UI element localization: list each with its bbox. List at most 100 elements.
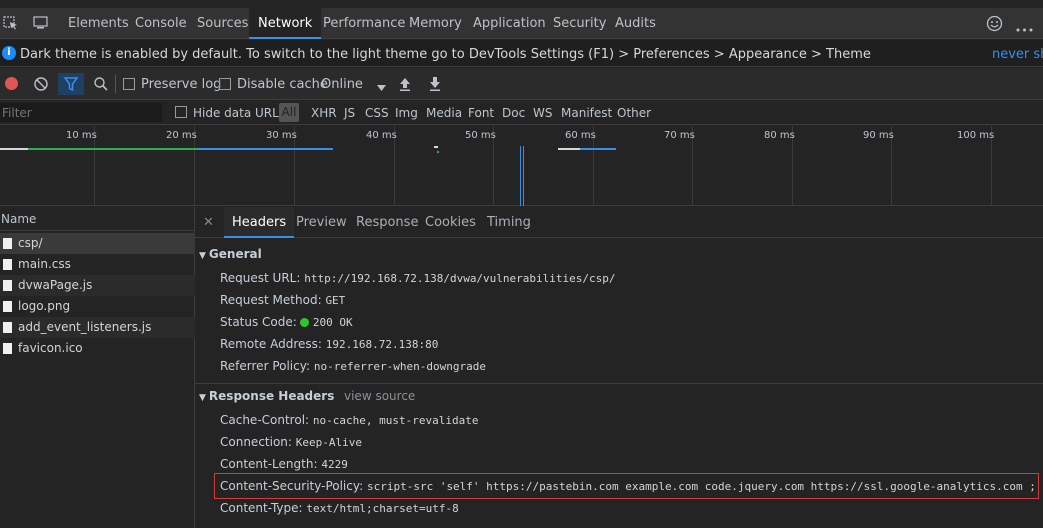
record-button[interactable] [5,77,18,90]
name-column-header[interactable]: Name [0,207,195,231]
tab-network[interactable]: Network [249,8,322,39]
document-icon [3,280,12,291]
tab-sources[interactable]: Sources [188,8,257,39]
tab-headers[interactable]: Headers [224,207,295,238]
dropdown-arrow-icon[interactable] [377,80,393,96]
tab-audits[interactable]: Audits [606,8,665,39]
never-show-again-link[interactable]: never sho [992,47,1043,62]
timeline-tick-label: 30 ms [266,130,297,141]
header-row-request-url: Request URL: http://192.168.72.138/dvwa/… [220,269,616,287]
filter-type-other[interactable]: Other [617,106,651,120]
header-value: no-cache, must-revalidate [312,414,479,427]
request-row[interactable]: dvwaPage.js [0,275,195,296]
request-row[interactable]: csp/ [0,233,195,254]
filter-toggle-button[interactable] [58,73,84,95]
devtools-tab-bar: Elements Console Sources Network Perform… [0,8,1043,39]
tab-console[interactable]: Console [126,8,196,39]
filter-type-img[interactable]: Img [395,106,418,120]
timeline-request-bar [0,148,28,150]
timeline-tick-label: 50 ms [465,130,496,141]
request-row[interactable]: add_event_listeners.js [0,317,195,338]
request-name: csp/ [18,236,43,250]
load-event-marker [523,146,524,206]
header-key: Connection: [220,435,292,449]
filter-type-doc[interactable]: Doc [502,106,525,120]
header-row-content-type: Content-Type: text/html;charset=utf-8 [220,499,459,517]
header-row-referrer-policy: Referrer Policy: no-referrer-when-downgr… [220,357,486,375]
view-source-link[interactable]: view source [344,389,415,403]
clear-icon[interactable] [33,76,49,92]
timeline-tick-label: 70 ms [664,130,695,141]
header-key: Status Code: [220,315,297,329]
request-row[interactable]: main.css [0,254,195,275]
import-har-icon[interactable] [398,76,414,92]
timeline-request-bar [198,148,333,150]
csp-highlight-box [214,473,1039,499]
header-key: Remote Address: [220,337,322,351]
header-value: http://192.168.72.138/dvwa/vulnerabiliti… [304,272,616,285]
general-section-header[interactable]: ▼ General [199,247,262,261]
export-har-icon[interactable] [428,76,444,92]
filter-input[interactable] [0,103,162,122]
request-row[interactable]: logo.png [0,296,195,317]
tab-memory[interactable]: Memory [400,8,471,39]
header-row-request-method: Request Method: GET [220,291,345,309]
timeline-request-bar [434,146,438,148]
filter-type-font[interactable]: Font [468,106,494,120]
request-list: Name csp/ main.css dvwaPage.js logo.png … [0,207,195,528]
tab-timing[interactable]: Timing [479,207,539,238]
status-ok-icon [299,318,309,327]
header-row-connection: Connection: Keep-Alive [220,433,362,451]
request-name: dvwaPage.js [18,278,93,292]
filter-type-all[interactable]: All [279,103,299,122]
tab-cookies[interactable]: Cookies [417,207,484,238]
response-headers-section-header[interactable]: ▼ Response Headers [199,389,334,403]
expand-triangle-icon: ▼ [199,251,206,261]
device-toolbar-icon[interactable] [33,16,49,30]
timeline-tick-label: 40 ms [366,130,397,141]
timeline-request-bar [558,148,580,150]
tab-security[interactable]: Security [544,8,615,39]
header-row-content-length: Content-Length: 4229 [220,455,348,473]
header-value: no-referrer-when-downgrade [313,360,487,373]
network-toolbar: Preserve log Disable cache Online [0,68,1043,100]
search-icon[interactable] [93,76,109,92]
document-icon [3,343,12,354]
details-tab-bar: ✕ Headers Preview Response Cookies Timin… [195,207,1043,238]
network-overview-timeline[interactable]: 10 ms 20 ms 30 ms 40 ms 50 ms 60 ms 70 m… [0,126,1043,206]
hide-data-urls-checkbox[interactable] [175,106,187,118]
more-options-icon[interactable] [1016,21,1033,35]
tab-application[interactable]: Application [464,8,555,39]
disable-cache-checkbox[interactable] [219,78,231,90]
header-row-cache-control: Cache-Control: no-cache, must-revalidate [220,411,478,429]
dom-content-loaded-marker [520,146,521,206]
preserve-log-checkbox[interactable] [123,78,135,90]
filter-type-css[interactable]: CSS [365,106,389,120]
filter-type-manifest[interactable]: Manifest [561,106,612,120]
inspect-element-icon[interactable] [3,16,19,30]
banner-message: Dark theme is enabled by default. To swi… [20,47,871,62]
tab-response[interactable]: Response [348,207,426,238]
timeline-tick-label: 100 ms [957,130,995,141]
document-icon [3,238,12,249]
timeline-tick-label: 80 ms [764,130,795,141]
filter-type-xhr[interactable]: XHR [311,106,337,120]
header-key: Referrer Policy: [220,359,310,373]
request-name: logo.png [18,299,71,313]
section-divider [195,383,1043,384]
timeline-request-bar [28,148,198,150]
preserve-log-label: Preserve log [141,77,222,92]
header-value: 200 OK [312,316,353,329]
throttling-select[interactable]: Online [321,77,363,92]
tab-preview[interactable]: Preview [288,207,355,238]
filter-type-media[interactable]: Media [426,106,462,120]
close-icon[interactable]: ✕ [203,215,214,230]
timeline-tick-label: 10 ms [66,130,97,141]
filter-type-js[interactable]: JS [344,106,355,120]
info-icon: i [2,46,16,60]
request-row[interactable]: favicon.ico [0,338,195,359]
timeline-tick-label: 90 ms [863,130,894,141]
feedback-smiley-icon[interactable] [986,15,1003,32]
document-icon [3,301,12,312]
filter-type-ws[interactable]: WS [533,106,552,120]
